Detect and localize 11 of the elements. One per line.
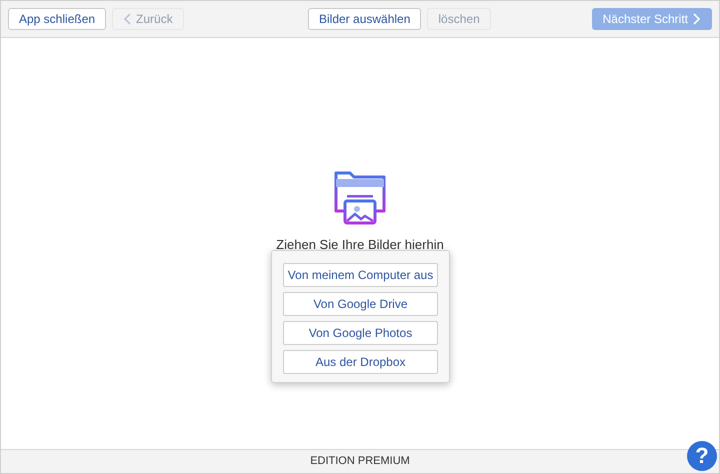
help-button[interactable]: ?: [687, 441, 717, 471]
chevron-left-icon: [123, 13, 132, 25]
drop-hint: Ziehen Sie Ihre Bilder hierhin: [276, 237, 444, 252]
toolbar-button[interactable]: App schließen: [8, 8, 106, 30]
toolbar-button[interactable]: Bilder auswählen: [308, 8, 422, 30]
menu-item[interactable]: Von Google Photos: [283, 321, 438, 345]
menu-item[interactable]: Aus der Dropbox: [283, 350, 438, 374]
chevron-right-icon: [693, 13, 701, 25]
menu-item[interactable]: Von Google Drive: [283, 292, 438, 316]
menu-item[interactable]: Von meinem Computer aus: [283, 263, 438, 287]
edition-label: EDITION PREMIUM: [310, 454, 410, 470]
